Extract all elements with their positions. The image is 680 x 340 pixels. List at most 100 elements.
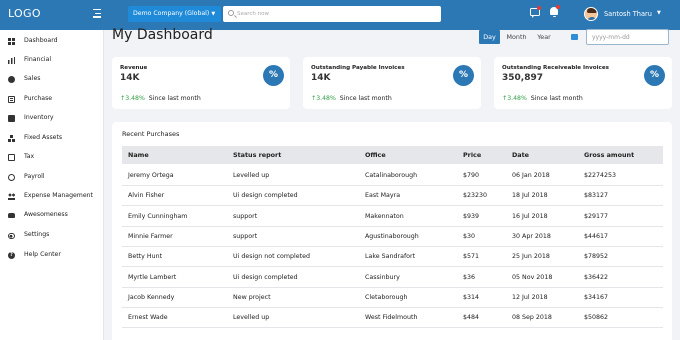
table-cell: $29177 [584, 212, 609, 220]
sidebar-item-label: Financial [24, 56, 52, 63]
stat-card-revenue: Revenue 14K ↑3.48% Since last month % [112, 57, 290, 109]
table-cell: Agustinaborough [365, 232, 419, 240]
sidebar-item-sales[interactable]: Sales [0, 70, 104, 89]
table-cell: support [233, 212, 258, 220]
table-row[interactable]: Myrtle Lambert Ui design completed Cassinb… [122, 268, 663, 288]
table-cell: $36 [463, 273, 476, 281]
table-cell: 06 Jan 2018 [512, 172, 550, 179]
table-title: Recent Purchases [122, 130, 180, 138]
date-field [586, 29, 669, 45]
table-cell: Ui design completed [233, 273, 298, 281]
tax-icon [8, 154, 15, 161]
date-input[interactable] [587, 30, 668, 44]
avatar[interactable] [584, 7, 598, 21]
table-cell: $36422 [584, 273, 609, 281]
sidebar-item-tax[interactable]: Tax [0, 148, 104, 167]
stat-title: Outstanding Receiveable Invoices [502, 65, 609, 71]
company-name: Demo Company (Global) [133, 10, 210, 17]
table-cell: Betty Hunt [128, 253, 163, 261]
stat-title: Revenue [120, 65, 148, 71]
stat-change: ↑3.48% Since last month [502, 95, 583, 102]
assets-icon [8, 135, 15, 142]
sidebar-item-dashboard[interactable]: Dashboard [0, 32, 104, 51]
payroll-icon [8, 174, 15, 181]
table-cell: $44617 [584, 232, 609, 240]
sidebar-item-help-center[interactable]: ? Help Center [0, 246, 104, 265]
table-cell: $23230 [463, 192, 488, 200]
table-cell: $939 [463, 212, 480, 220]
percent-icon: % [453, 65, 474, 86]
stat-change-caption: Since last month [339, 95, 392, 102]
sidebar-item-settings[interactable]: Settings [0, 226, 104, 245]
bar-chart-icon [8, 57, 15, 64]
sidebar-item-label: Tax [24, 153, 35, 160]
tab-day[interactable]: Day [479, 30, 500, 44]
table-cell: $790 [463, 172, 480, 179]
stat-value: 350,897 [502, 73, 543, 83]
table-row[interactable]: Emily Cunningham support Makennaton $939 16 … [122, 207, 663, 227]
sidebar: Dashboard Financial Sales Purchase Inven… [0, 30, 104, 340]
table-cell: $571 [463, 253, 480, 261]
table-row[interactable]: Jacob Kennedy New project Cletaborough $314… [122, 288, 663, 308]
sidebar-item-fixed-assets[interactable]: Fixed Assets [0, 129, 104, 148]
stat-change-caption: Since last month [530, 95, 583, 102]
table-cell: 05 Nov 2018 [512, 273, 553, 281]
table-cell: Lake Sandrafort [365, 253, 416, 261]
sidebar-item-label: Payroll [24, 173, 45, 180]
table-cell: West Fidelmouth [365, 314, 418, 322]
car-icon [8, 213, 15, 218]
chevron-down-icon: ▼ [211, 11, 216, 17]
sidebar-item-expense-management[interactable]: Expense Management [0, 187, 104, 206]
table-cell: Alvin Fisher [128, 192, 165, 200]
user-name[interactable]: Santosh Tharu [604, 10, 652, 18]
table-cell: Makennaton [365, 212, 404, 220]
sidebar-item-label: Purchase [24, 95, 53, 102]
table-cell: $50862 [584, 314, 609, 322]
table-row[interactable]: Alvin Fisher Ui design completed East Mayr… [122, 186, 663, 207]
table-cell: Cassinbury [365, 273, 400, 281]
table-cell: $34167 [584, 293, 609, 301]
column-header: Name [128, 151, 149, 159]
logo: LOGO [8, 7, 41, 20]
sidebar-item-label: Fixed Assets [24, 134, 63, 141]
table-row[interactable]: Minnie Farmer support Agustinaborough $30 30… [122, 227, 663, 247]
table-cell: 16 Jul 2018 [512, 212, 548, 220]
stat-change: ↑3.48% Since last month [120, 95, 201, 102]
table-row[interactable]: Betty Hunt Ui design not completed Lake Sa… [122, 247, 663, 268]
table-cell: $83127 [584, 192, 609, 200]
table-cell: Jeremy Ortega [128, 172, 174, 179]
sidebar-item-payroll[interactable]: Payroll [0, 168, 104, 187]
top-bar: LOGO Demo Company (Global)▼ Santosh Thar… [0, 0, 680, 30]
sidebar-item-inventory[interactable]: Inventory [0, 109, 104, 128]
column-header: Gross amount [584, 151, 635, 159]
table-row[interactable]: Jeremy Ortega Levelled up Catalinaborough $… [122, 166, 663, 186]
sidebar-item-label: Settings [24, 231, 50, 238]
sidebar-item-financial[interactable]: Financial [0, 51, 104, 70]
table-cell: Cletaborough [365, 293, 408, 301]
table-cell: Jacob Kennedy [128, 293, 175, 301]
sidebar-item-awesomeness[interactable]: Awesomeness [0, 206, 104, 225]
table-cell: Emily Cunningham [128, 212, 188, 220]
stat-change-value: 3.48% [316, 95, 336, 102]
column-header: Price [463, 151, 482, 159]
sidebar-item-label: Awesomeness [24, 211, 68, 218]
search-input[interactable] [237, 6, 437, 22]
table-cell: Levelled up [233, 172, 270, 179]
company-selector[interactable]: Demo Company (Global) ▼ [128, 6, 221, 22]
tab-year[interactable]: Year [533, 30, 555, 44]
table-row[interactable]: Ernest Wade Levelled up West Fidelmouth $48… [122, 308, 663, 329]
stat-change-value: 3.48% [507, 95, 527, 102]
table-cell: Ui design completed [233, 192, 298, 200]
chat-notification-dot [537, 6, 541, 10]
user-menu-chevron-icon[interactable]: ▼ [657, 10, 661, 16]
purchase-icon [8, 96, 15, 103]
table-cell: 12 Jul 2018 [512, 293, 548, 301]
sales-icon [8, 76, 15, 83]
stat-value: 14K [120, 73, 140, 83]
sidebar-item-purchase[interactable]: Purchase [0, 90, 104, 109]
search-icon [228, 10, 234, 16]
calendar-icon[interactable] [571, 34, 578, 40]
menu-toggle-icon[interactable] [93, 9, 102, 18]
sidebar-item-label: Expense Management [24, 192, 93, 199]
tab-month[interactable]: Month [503, 30, 530, 44]
